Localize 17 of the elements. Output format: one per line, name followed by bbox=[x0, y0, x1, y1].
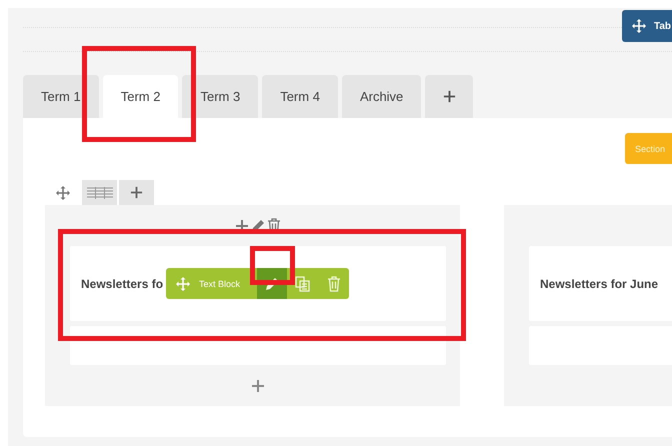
add-column-button[interactable] bbox=[119, 180, 154, 205]
tab[interactable]: Term 1 bbox=[23, 75, 99, 118]
tabs-button[interactable]: Tab bbox=[622, 10, 672, 42]
move-icon[interactable] bbox=[56, 186, 70, 200]
plus-icon[interactable] bbox=[442, 90, 456, 103]
move-icon[interactable] bbox=[632, 19, 646, 33]
plus-icon[interactable] bbox=[130, 186, 143, 199]
tab[interactable]: Term 3 bbox=[182, 75, 258, 118]
tab[interactable]: Archive bbox=[342, 75, 422, 118]
tab[interactable]: Term 4 bbox=[262, 75, 338, 118]
block-title: Newsletters for June bbox=[540, 276, 658, 290]
add-icon[interactable] bbox=[251, 378, 265, 392]
columns-button[interactable] bbox=[82, 180, 117, 205]
block-title: Newsletters fo bbox=[81, 276, 164, 290]
block-type-label: Text Block bbox=[199, 278, 240, 288]
tab[interactable]: Term 2 bbox=[102, 75, 178, 118]
columns-icon[interactable] bbox=[86, 186, 112, 198]
